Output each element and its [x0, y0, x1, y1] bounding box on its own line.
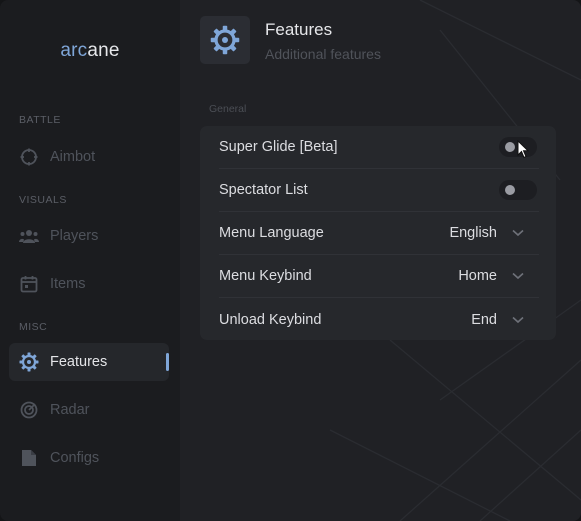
group-label: General: [209, 103, 247, 115]
file-icon: [19, 448, 39, 468]
setting-label: Menu Keybind: [219, 268, 312, 284]
main-panel: Features Additional features General Sup…: [180, 0, 581, 521]
active-indicator: [166, 353, 169, 371]
setting-row-super-glide: Super Glide [Beta]: [219, 126, 539, 169]
page-title: Features: [265, 20, 333, 39]
setting-row-menu-language[interactable]: Menu Language English: [219, 212, 539, 255]
sidebar-item-radar[interactable]: Radar: [9, 391, 169, 429]
setting-row-unload-keybind[interactable]: Unload Keybind End: [219, 298, 539, 341]
spectator-list-toggle[interactable]: [499, 180, 537, 200]
chevron-down-icon[interactable]: [511, 226, 525, 240]
calendar-icon: [19, 274, 39, 294]
settings-card: Super Glide [Beta] Spectator List Menu L…: [200, 126, 556, 340]
menu-keybind-select[interactable]: Home: [458, 268, 497, 284]
header-gear-icon: [200, 16, 250, 64]
setting-row-spectator-list: Spectator List: [219, 169, 539, 212]
sidebar-item-label: Items: [50, 276, 86, 292]
sidebar-item-aimbot[interactable]: Aimbot: [9, 138, 169, 176]
app-window: arcane BATTLE Aimbot VISUALS Players Ite…: [0, 0, 581, 521]
sidebar: arcane BATTLE Aimbot VISUALS Players Ite…: [0, 0, 180, 521]
setting-label: Spectator List: [219, 182, 308, 198]
brand-part-1: arc: [60, 40, 88, 61]
setting-label: Unload Keybind: [219, 311, 322, 328]
sidebar-item-players[interactable]: Players: [9, 217, 169, 255]
section-label-misc: MISC: [19, 321, 48, 333]
toggle-knob: [505, 142, 515, 152]
page-subtitle: Additional features: [265, 46, 381, 62]
sidebar-item-configs[interactable]: Configs: [9, 439, 169, 477]
setting-label: Super Glide [Beta]: [219, 139, 338, 155]
chevron-down-icon[interactable]: [511, 313, 525, 327]
sidebar-item-label: Players: [50, 228, 99, 244]
section-label-battle: BATTLE: [19, 114, 61, 126]
unload-keybind-select[interactable]: End: [471, 312, 497, 328]
brand-part-2: ane: [87, 40, 120, 61]
sidebar-item-label: Configs: [50, 450, 100, 466]
sidebar-item-label: Aimbot: [50, 149, 96, 165]
chevron-down-icon[interactable]: [511, 269, 525, 283]
setting-row-menu-keybind[interactable]: Menu Keybind Home: [219, 255, 539, 298]
section-label-visuals: VISUALS: [19, 194, 67, 206]
crosshair-icon: [19, 147, 39, 167]
sidebar-item-label: Features: [50, 354, 108, 370]
sidebar-item-label: Radar: [50, 402, 90, 418]
gear-icon: [19, 352, 39, 372]
toggle-knob: [505, 185, 515, 195]
mouse-cursor-icon: [517, 140, 530, 159]
brand-logo: arcane: [0, 40, 180, 62]
users-icon: [19, 226, 39, 246]
sidebar-item-features[interactable]: Features: [9, 343, 169, 381]
menu-language-select[interactable]: English: [449, 225, 497, 241]
sidebar-item-items[interactable]: Items: [9, 265, 169, 303]
radar-icon: [19, 400, 39, 420]
setting-label: Menu Language: [219, 225, 324, 241]
